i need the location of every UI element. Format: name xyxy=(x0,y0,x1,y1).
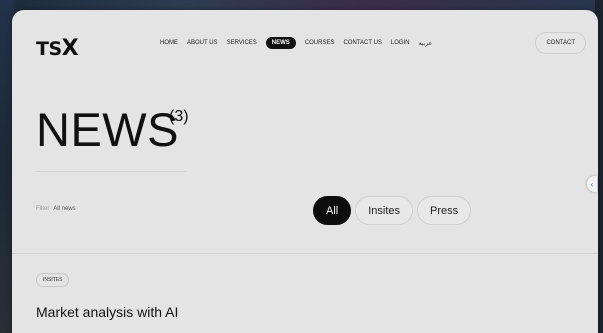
logo[interactable]: TSX xyxy=(36,36,79,61)
filter-value[interactable]: All news xyxy=(53,206,75,212)
page-card: TSX HOME ABOUT US SERVICES NEWS COURSES … xyxy=(12,10,598,333)
section-divider xyxy=(12,253,598,254)
title-divider xyxy=(36,171,186,172)
logo-x: X xyxy=(61,36,79,61)
nav-item-about-us[interactable]: ABOUT US xyxy=(187,40,218,46)
contact-button[interactable]: CONTACT xyxy=(535,32,586,54)
article-title[interactable]: Market analysis with AI xyxy=(36,304,178,320)
nav-item-home[interactable]: HOME xyxy=(160,40,178,46)
nav-item-services[interactable]: SERVICES xyxy=(227,40,257,46)
nav-item-arabic[interactable]: عربية xyxy=(419,40,433,47)
article-tag[interactable]: INSITES xyxy=(36,273,70,287)
chevron-left-icon[interactable]: ‹ xyxy=(587,176,597,192)
filter-label: Filter xyxy=(36,206,50,212)
nav-item-courses[interactable]: COURSES xyxy=(305,40,335,46)
page-title: NEWS xyxy=(36,103,179,156)
nav-item-login[interactable]: LOGIN xyxy=(391,40,410,46)
tab-insites[interactable]: Insites xyxy=(355,196,414,225)
tab-press[interactable]: Press xyxy=(417,196,472,225)
nav-item-contact-us[interactable]: CONTACT US xyxy=(343,40,381,46)
tab-all[interactable]: All xyxy=(313,196,352,225)
category-tabs: All Insites Press xyxy=(313,196,472,225)
filter-row[interactable]: Filter All news xyxy=(36,206,76,212)
news-count: (3) xyxy=(169,108,189,125)
logo-text: TS xyxy=(36,38,62,60)
main-nav: HOME ABOUT US SERVICES NEWS COURSES CONT… xyxy=(160,37,432,49)
nav-item-news[interactable]: NEWS xyxy=(265,37,296,49)
